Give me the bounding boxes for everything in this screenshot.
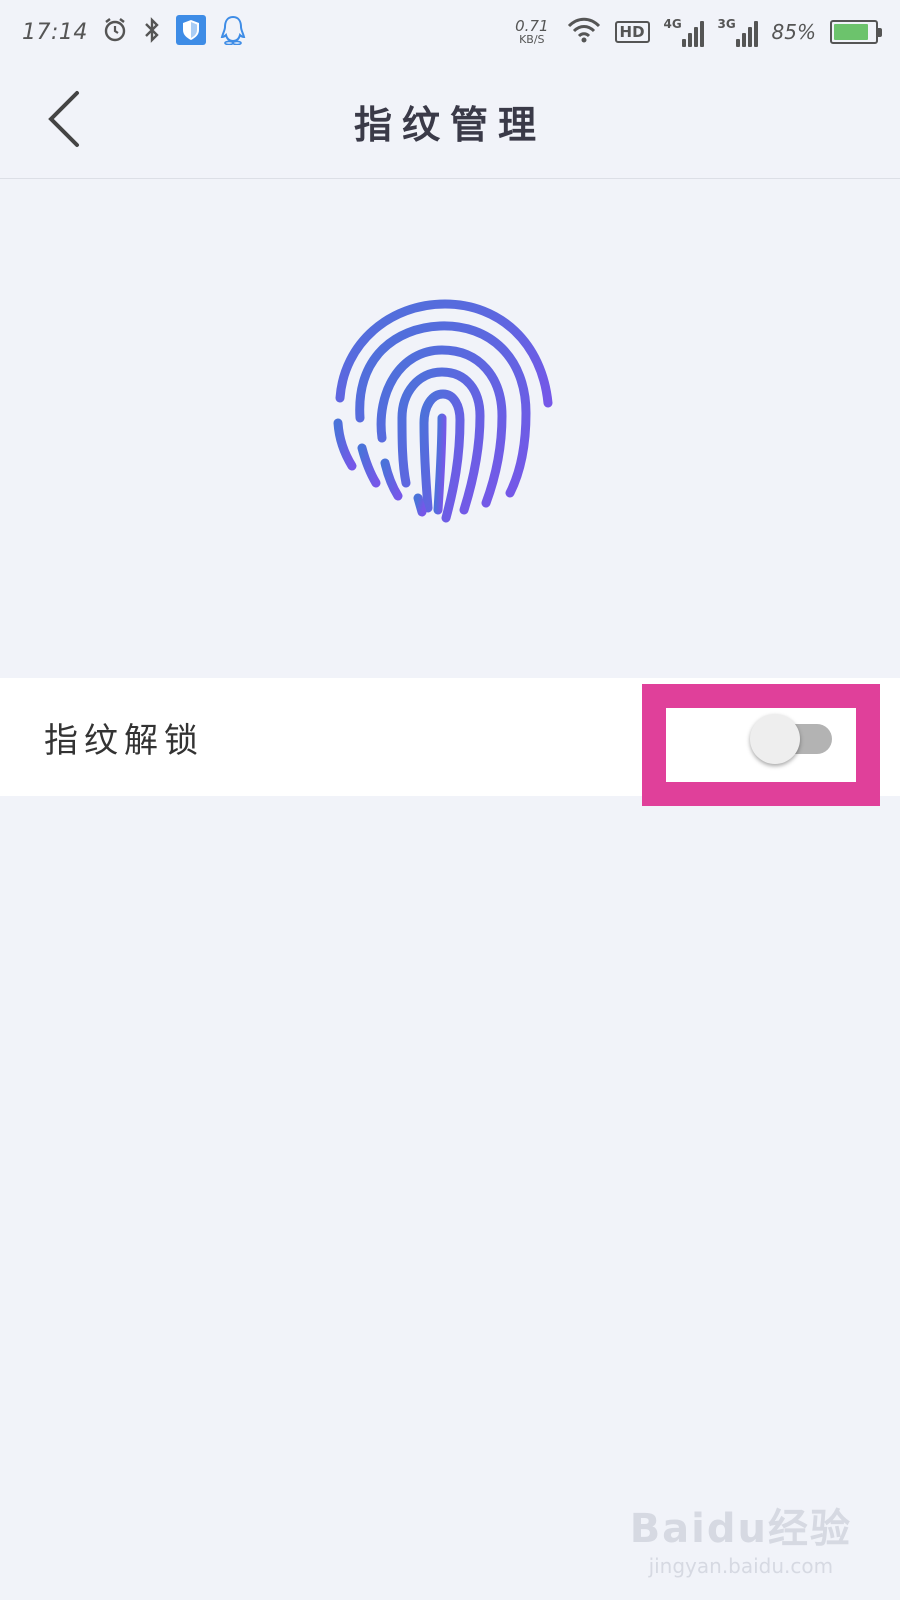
- signal-bar: [735, 39, 740, 47]
- signal-bar: [741, 33, 746, 47]
- back-button[interactable]: [30, 86, 100, 156]
- signal-3g: 3G: [718, 17, 758, 47]
- shield-icon: [175, 15, 206, 49]
- header: 指纹管理: [0, 64, 900, 179]
- battery-percent: 85%: [771, 20, 816, 44]
- signal-bar: [747, 27, 752, 47]
- net-speed: 0.71 KB/S: [515, 17, 549, 46]
- chevron-left-icon: [45, 89, 85, 153]
- net-speed-unit: KB/S: [519, 33, 545, 46]
- qq-icon: [220, 15, 246, 49]
- battery-icon: [830, 20, 882, 44]
- wifi-icon: [567, 16, 601, 48]
- watermark-url: jingyan.baidu.com: [648, 1554, 834, 1578]
- fingerprint-icon: [330, 298, 560, 528]
- signal-bar: [681, 39, 686, 47]
- signal-bar: [693, 27, 698, 47]
- alarm-icon: [102, 17, 128, 47]
- status-left: 17:14: [22, 15, 246, 49]
- toggle-knob: [750, 714, 800, 764]
- net-speed-value: 0.71: [515, 17, 549, 35]
- watermark: Baidu经验 jingyan.baidu.com: [630, 1496, 852, 1578]
- hd-badge: HD: [614, 20, 650, 44]
- signal-bar: [687, 33, 692, 47]
- status-right: 0.71 KB/S HD 4G 3G 85%: [515, 16, 882, 48]
- fingerprint-unlock-label: 指纹解锁: [44, 720, 204, 761]
- signal-3g-tag: 3G: [717, 17, 736, 31]
- watermark-logo: Baidu经验: [629, 1506, 852, 1552]
- fingerprint-unlock-toggle[interactable]: [750, 714, 834, 764]
- signal-bar: [699, 21, 704, 47]
- battery-fill: [834, 24, 868, 40]
- signal-4g-tag: 4G: [663, 17, 682, 31]
- status-time: 17:14: [22, 19, 88, 45]
- page-title: 指纹管理: [353, 102, 546, 147]
- signal-bar: [753, 21, 758, 47]
- signal-4g: 4G: [664, 17, 704, 47]
- bluetooth-icon: [142, 16, 162, 48]
- status-bar: 17:14 0.71 KB/S HD 4G 3G 85%: [0, 0, 900, 64]
